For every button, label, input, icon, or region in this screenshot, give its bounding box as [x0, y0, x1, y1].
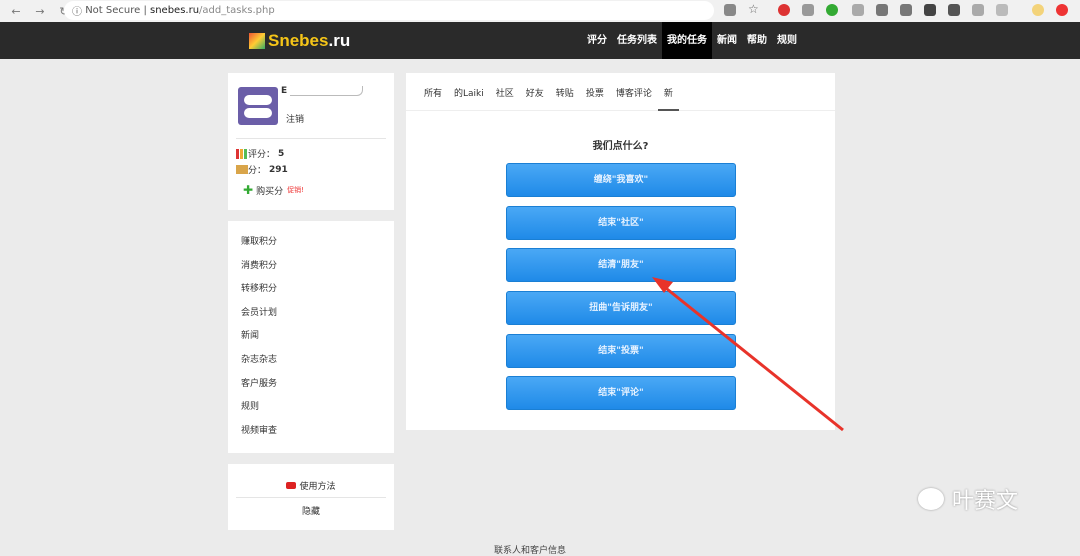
arrow-shaft: [661, 283, 844, 432]
annotation-arrow: [652, 277, 844, 432]
